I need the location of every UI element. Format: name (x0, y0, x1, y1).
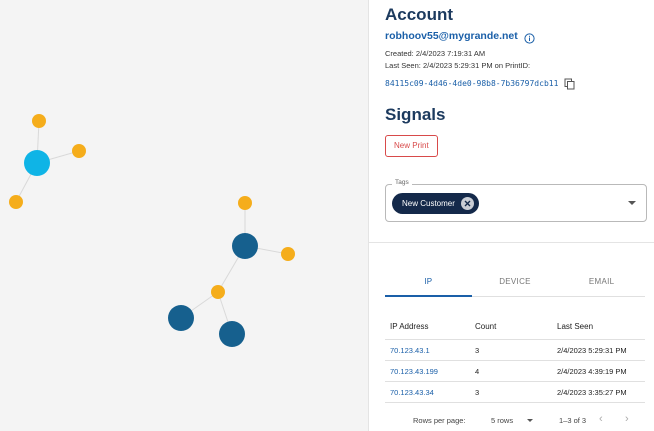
tab-ip[interactable]: IP (385, 267, 472, 297)
chevron-left-icon[interactable]: ‹ (599, 413, 603, 425)
ip-link[interactable]: 70.123.43.199 (390, 367, 438, 376)
account-node[interactable] (219, 321, 245, 347)
signal-node[interactable] (32, 114, 46, 128)
table-row: 70.123.43.34 3 2/4/2023 3:35:27 PM (385, 382, 645, 403)
account-email[interactable]: robhoov55@mygrande.net (385, 30, 518, 42)
last-seen-date: Last Seen: 2/4/2023 5:29:31 PM on PrintI… (385, 61, 531, 70)
remove-tag-icon[interactable] (460, 196, 475, 211)
network-graph[interactable] (0, 0, 368, 431)
rows-per-page-label: Rows per page: (413, 416, 466, 425)
signal-tabs: IP DEVICE EMAIL (385, 267, 645, 297)
signal-node[interactable] (9, 195, 23, 209)
chevron-down-icon[interactable] (628, 201, 636, 205)
rows-per-page-select[interactable]: 5 rows (491, 416, 513, 425)
signal-node[interactable] (281, 247, 295, 261)
last-seen-cell: 2/4/2023 3:35:27 PM (557, 388, 627, 397)
print-id[interactable]: 84115c09-4d46-4de0-98b8-7b36797dcb11 (385, 79, 558, 88)
ip-link[interactable]: 70.123.43.1 (390, 346, 430, 355)
tag-chip-label: New Customer (402, 199, 455, 208)
tag-chip[interactable]: New Customer (392, 193, 479, 214)
new-print-button[interactable]: New Print (385, 135, 438, 157)
account-node[interactable] (168, 305, 194, 331)
printid-row: 84115c09-4d46-4de0-98b8-7b36797dcb11 (385, 77, 575, 90)
table-header: IP Address Count Last Seen (385, 316, 645, 340)
tab-device[interactable]: DEVICE (472, 267, 559, 296)
created-date: Created: 2/4/2023 7:19:31 AM (385, 49, 486, 58)
column-header-count: Count (475, 322, 497, 331)
page-range: 1–3 of 3 (559, 416, 587, 425)
account-node[interactable] (232, 233, 258, 259)
last-seen-cell: 2/4/2023 4:39:19 PM (557, 367, 627, 376)
table-row: 70.123.43.199 4 2/4/2023 4:39:19 PM (385, 361, 645, 382)
count-cell: 3 (475, 346, 480, 355)
account-heading: Account (385, 5, 453, 24)
table-row: 70.123.43.1 3 2/4/2023 5:29:31 PM (385, 340, 645, 361)
count-cell: 3 (475, 388, 480, 397)
pagination: Rows per page: 5 rows 1–3 of 3 ‹ › (385, 412, 647, 430)
copy-icon[interactable] (564, 77, 575, 90)
account-side-panel: Account robhoov55@mygrande.net Created: … (368, 0, 654, 431)
account-node[interactable] (24, 150, 50, 176)
column-header-ip: IP Address (390, 322, 429, 331)
chevron-right-icon[interactable]: › (625, 413, 629, 425)
graph-panel[interactable] (0, 0, 368, 431)
signals-heading: Signals (385, 105, 446, 124)
tags-label: Tags (392, 179, 412, 186)
signal-node[interactable] (72, 144, 86, 158)
ip-link[interactable]: 70.123.43.34 (390, 388, 434, 397)
signal-node[interactable] (211, 285, 225, 299)
last-seen-cell: 2/4/2023 5:29:31 PM (557, 346, 627, 355)
column-header-last-seen: Last Seen (557, 322, 594, 331)
divider (369, 242, 654, 243)
email-row: robhoov55@mygrande.net (385, 30, 535, 44)
count-cell: 4 (475, 367, 480, 376)
tab-email[interactable]: EMAIL (558, 267, 645, 296)
info-icon[interactable] (524, 31, 535, 44)
tags-select[interactable]: Tags New Customer (385, 179, 647, 222)
signal-node[interactable] (238, 196, 252, 210)
chevron-down-icon[interactable] (527, 419, 533, 422)
